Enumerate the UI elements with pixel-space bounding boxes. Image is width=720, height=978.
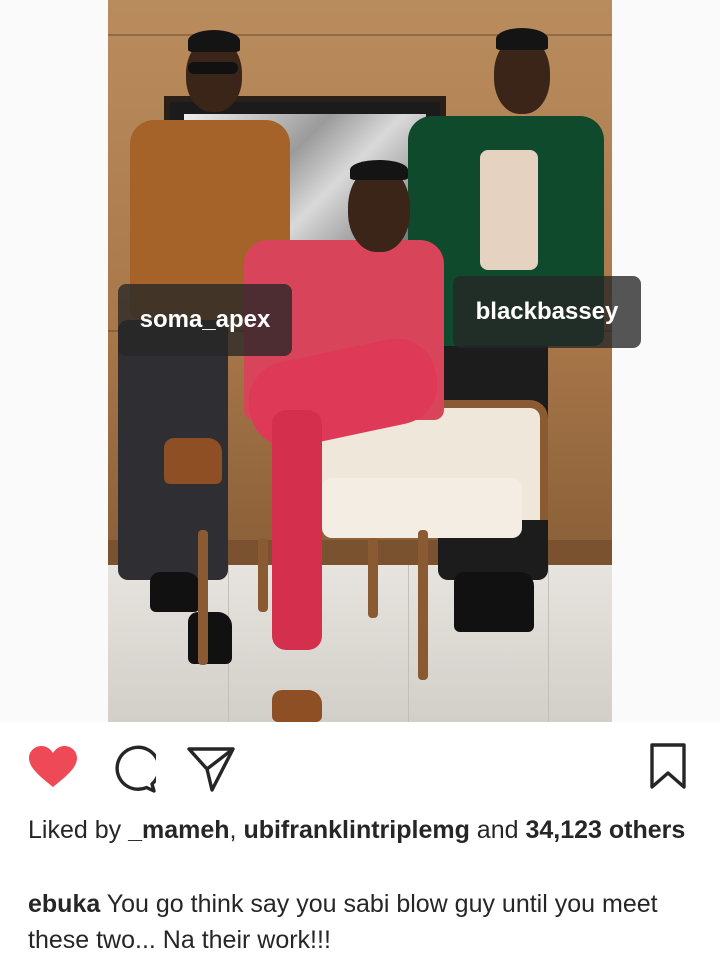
likes-separator: , (229, 816, 237, 844)
caption-username[interactable]: ebuka (28, 890, 100, 918)
chair-leg (368, 538, 378, 618)
armchair-seat (322, 478, 522, 538)
vest (480, 150, 538, 270)
liker-username[interactable]: _mameh (128, 816, 229, 844)
hair (188, 30, 240, 52)
post-photo-area: soma_apex blackbassey (0, 0, 720, 722)
leg (272, 410, 322, 650)
post-photo[interactable] (108, 0, 612, 722)
floor-tile-line (408, 565, 409, 722)
chair-leg (418, 530, 428, 680)
likes-count[interactable]: 34,123 (525, 816, 601, 844)
heart-icon[interactable] (28, 745, 78, 789)
bookmark-icon[interactable] (650, 743, 686, 789)
post-caption: ebuka You go think say you sabi blow guy… (28, 886, 688, 958)
likes-summary: Liked by _mameh, ubifranklintriplemg and… (28, 814, 688, 846)
hair (496, 28, 548, 50)
shoe (454, 572, 534, 632)
shoe (150, 572, 200, 612)
tan-loafer (272, 690, 322, 722)
user-tag-soma-apex[interactable]: soma_apex (118, 284, 292, 356)
share-icon[interactable] (186, 745, 236, 793)
tan-loafer (164, 438, 222, 484)
likes-others[interactable]: others (609, 816, 685, 844)
likes-prefix: Liked by (28, 816, 122, 844)
caption-text: You go think say you sabi blow guy until… (28, 890, 658, 954)
liker-username[interactable]: ubifranklintriplemg (243, 816, 469, 844)
shoe (188, 612, 232, 664)
hair (350, 160, 408, 180)
chair-leg (198, 530, 208, 665)
likes-conjunction: and (476, 816, 519, 844)
chair-leg (258, 538, 268, 612)
comment-icon[interactable] (108, 745, 156, 793)
floor-tile-line (548, 565, 549, 722)
sunglasses (188, 62, 238, 74)
user-tag-blackbassey[interactable]: blackbassey (453, 276, 641, 348)
